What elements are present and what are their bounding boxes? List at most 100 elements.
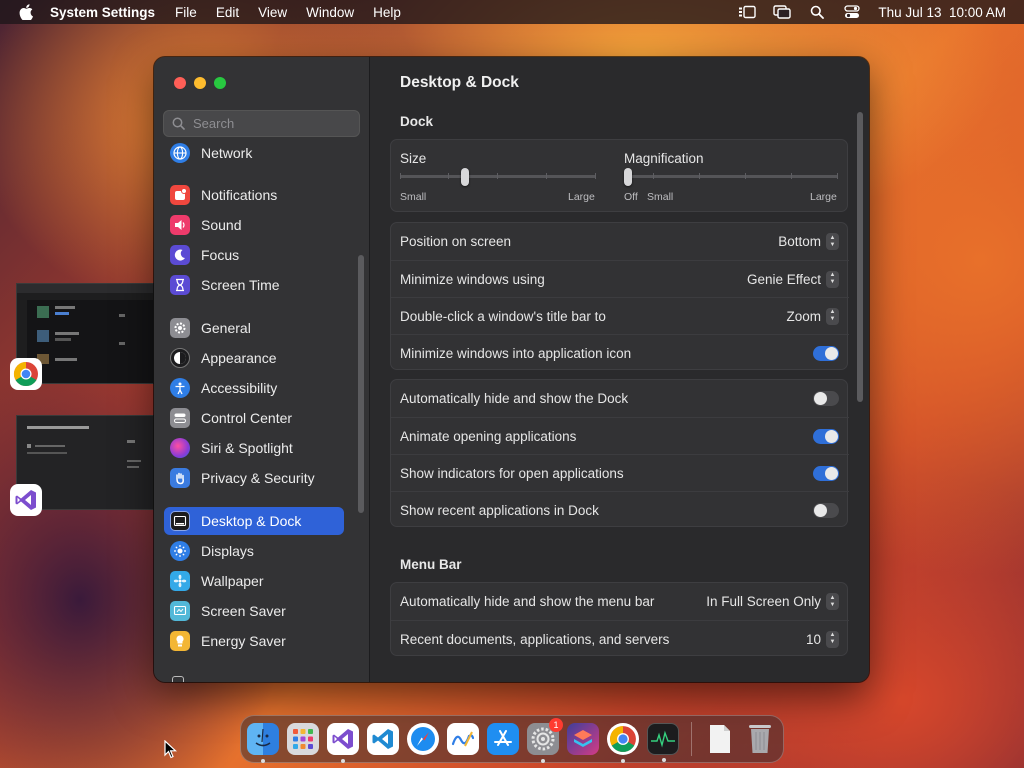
sidebar-item-label: Energy Saver bbox=[201, 633, 286, 649]
autohide-menubar-row: Automatically hide and show the menu bar… bbox=[391, 583, 849, 620]
screen-mirroring-icon[interactable] bbox=[773, 5, 792, 19]
sidebar-item-label: Control Center bbox=[201, 410, 293, 426]
search-placeholder: Search bbox=[193, 116, 235, 131]
row-label: Show recent applications in Dock bbox=[400, 502, 599, 518]
sidebar-item-privacy-security[interactable]: Privacy & Security bbox=[164, 464, 344, 492]
sidebar-item-accessibility[interactable]: Accessibility bbox=[164, 374, 344, 402]
double-click-action-popup[interactable]: Zoom ▲ ▼ bbox=[786, 307, 839, 325]
animate-opening-row: Animate opening applications bbox=[391, 417, 849, 454]
dock: 1 bbox=[240, 715, 784, 763]
show-indicators-toggle[interactable] bbox=[813, 465, 839, 481]
minimize-effect-popup[interactable]: Genie Effect ▲ ▼ bbox=[747, 270, 839, 288]
safari-icon[interactable] bbox=[407, 723, 439, 755]
sidebar-item-sound[interactable]: Sound bbox=[164, 211, 344, 239]
sidebar-item-label: General bbox=[201, 320, 251, 336]
vscode-icon[interactable] bbox=[367, 723, 399, 755]
sidebar-item-control-center[interactable]: Control Center bbox=[164, 404, 344, 432]
sidebar-item-label: Appearance bbox=[201, 350, 277, 366]
control-center-icon bbox=[170, 408, 190, 428]
sound-icon bbox=[170, 215, 190, 235]
file-menu[interactable]: File bbox=[175, 5, 197, 20]
position-on-screen-popup[interactable]: Bottom ▲ ▼ bbox=[778, 233, 839, 250]
system-settings-icon[interactable]: 1 bbox=[527, 718, 563, 763]
sidebar-item-focus[interactable]: Focus bbox=[164, 241, 344, 269]
control-center-menu-icon[interactable] bbox=[843, 5, 861, 19]
magnification-slider-track[interactable] bbox=[624, 175, 838, 178]
minimize-window-button[interactable] bbox=[194, 77, 206, 89]
animate-opening-toggle[interactable] bbox=[813, 428, 839, 444]
minimize-into-app-icon-row: Minimize windows into application icon bbox=[391, 334, 849, 371]
chrome-icon[interactable] bbox=[607, 723, 639, 763]
finder-icon[interactable] bbox=[247, 723, 279, 763]
content-scrollbar[interactable] bbox=[857, 112, 863, 402]
minimize-into-app-icon-toggle[interactable] bbox=[813, 345, 839, 361]
dock-position-panel: Position on screen Bottom ▲ ▼ Minimize wi… bbox=[390, 222, 849, 371]
zoom-window-button[interactable] bbox=[214, 77, 226, 89]
popup-value: 10 bbox=[805, 631, 821, 647]
search-field[interactable]: Search bbox=[163, 110, 360, 137]
app-name-menu[interactable]: System Settings bbox=[50, 5, 155, 20]
accessibility-icon bbox=[170, 378, 190, 398]
window-menu[interactable]: Window bbox=[306, 5, 354, 20]
sidebar-item-desktop-dock[interactable]: Desktop & Dock bbox=[164, 507, 344, 535]
sidebar-item-displays[interactable]: Displays bbox=[164, 537, 344, 565]
autohide-dock-row: Automatically hide and show the Dock bbox=[391, 380, 849, 417]
sidebar-item-label: Displays bbox=[201, 543, 254, 559]
recent-items-popup[interactable]: 10 ▲ ▼ bbox=[805, 630, 839, 648]
shortcuts-icon[interactable] bbox=[567, 723, 599, 755]
sidebar-item-energy-saver[interactable]: Energy Saver bbox=[164, 627, 344, 655]
sidebar-item-notifications[interactable]: Notifications bbox=[164, 181, 344, 209]
close-window-button[interactable] bbox=[174, 77, 186, 89]
autohide-dock-toggle[interactable] bbox=[813, 391, 839, 406]
sidebar-item-siri-spotlight[interactable]: Siri & Spotlight bbox=[164, 434, 344, 462]
chrome-thumbnail-app-icon[interactable] bbox=[10, 358, 42, 390]
view-menu[interactable]: View bbox=[258, 5, 287, 20]
magnification-off-label: Off bbox=[624, 191, 638, 203]
sidebar-item-appearance[interactable]: Appearance bbox=[164, 344, 344, 372]
mouse-pointer-icon bbox=[164, 739, 178, 764]
document-icon[interactable] bbox=[704, 723, 736, 755]
siri-icon bbox=[170, 438, 190, 458]
visual-studio-thumbnail-app-icon[interactable] bbox=[10, 484, 42, 516]
app-store-icon[interactable] bbox=[487, 723, 519, 755]
activity-monitor-icon[interactable] bbox=[647, 723, 679, 762]
magnification-min-label: Small bbox=[647, 191, 674, 203]
launchpad-icon[interactable] bbox=[287, 723, 319, 755]
edit-menu[interactable]: Edit bbox=[216, 5, 239, 20]
size-slider-knob[interactable] bbox=[461, 168, 470, 186]
sidebar-item-wallpaper[interactable]: Wallpaper bbox=[164, 567, 344, 595]
stage-manager-icon[interactable] bbox=[738, 5, 757, 19]
visual-studio-icon[interactable] bbox=[327, 723, 359, 763]
gear-icon bbox=[170, 318, 190, 338]
magnification-label: Magnification bbox=[624, 151, 704, 166]
sidebar-item-label: Privacy & Security bbox=[201, 470, 315, 486]
apple-menu-icon[interactable] bbox=[16, 2, 36, 22]
energy-saver-icon bbox=[170, 631, 190, 651]
show-recent-apps-toggle[interactable] bbox=[813, 502, 839, 518]
trash-icon[interactable] bbox=[744, 723, 776, 755]
popup-value: Zoom bbox=[786, 308, 821, 324]
minimize-effect-row: Minimize windows using Genie Effect ▲ ▼ bbox=[391, 260, 849, 297]
magnification-slider-knob[interactable] bbox=[624, 168, 632, 186]
menubar-clock[interactable]: Thu Jul 13 10:00 AM bbox=[878, 5, 1006, 20]
screen-time-icon bbox=[170, 275, 190, 295]
sidebar-item-network[interactable]: Network bbox=[164, 139, 344, 167]
show-indicators-row: Show indicators for open applications bbox=[391, 454, 849, 491]
sidebar-item-label: Screen Saver bbox=[201, 603, 286, 619]
help-menu[interactable]: Help bbox=[373, 5, 401, 20]
sidebar-item-screen-saver[interactable]: Screen Saver bbox=[164, 597, 344, 625]
sidebar-item-screen-time[interactable]: Screen Time bbox=[164, 271, 344, 299]
autohide-menubar-popup[interactable]: In Full Screen Only ▲ ▼ bbox=[706, 593, 839, 610]
row-label: Automatically hide and show the Dock bbox=[400, 391, 629, 406]
size-slider-track[interactable] bbox=[400, 175, 596, 178]
spotlight-search-icon[interactable] bbox=[808, 5, 826, 19]
sidebar: Search Network Notifications Sound Focus bbox=[154, 57, 370, 682]
sidebar-item-label: Desktop & Dock bbox=[201, 513, 302, 529]
screen-saver-icon bbox=[170, 601, 190, 621]
popup-value: Bottom bbox=[778, 234, 821, 249]
freeform-icon[interactable] bbox=[447, 723, 479, 755]
focus-icon bbox=[170, 245, 190, 265]
desktop-dock-icon bbox=[170, 511, 190, 531]
sidebar-item-general[interactable]: General bbox=[164, 314, 344, 342]
sidebar-scrollbar[interactable] bbox=[358, 255, 364, 513]
